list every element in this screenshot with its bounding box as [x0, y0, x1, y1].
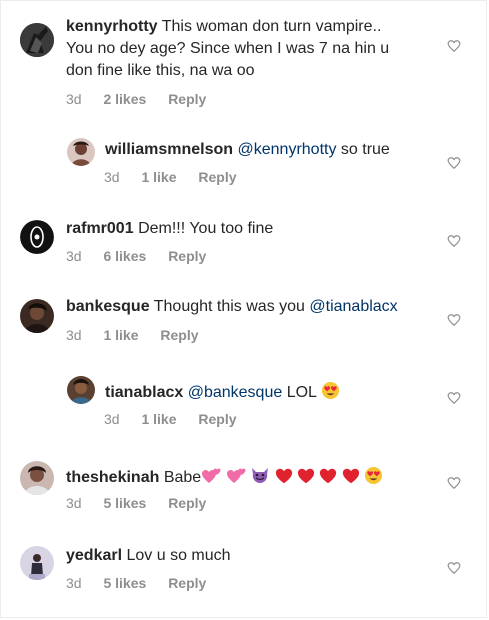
- two-hearts-emoji-icon: [226, 468, 246, 483]
- heart-outline-icon[interactable]: [447, 234, 461, 248]
- comment-time: 3d: [104, 169, 120, 185]
- comment-time: 3d: [66, 575, 82, 591]
- comment-text: Babe: [163, 469, 202, 486]
- red-heart-emoji-icon: [275, 468, 292, 484]
- avatar-image: [67, 138, 95, 166]
- heart-eyes-emoji-icon: [365, 466, 383, 485]
- comment-likes[interactable]: 5 likes: [103, 575, 146, 591]
- comment-time: 3d: [66, 91, 82, 107]
- red-heart-emoji-icon: [320, 468, 337, 484]
- red-heart-emoji-icon: [297, 468, 315, 484]
- reply-button[interactable]: Reply: [168, 248, 206, 264]
- comment-username[interactable]: bankesque: [66, 298, 150, 315]
- heart-outline-icon[interactable]: [447, 39, 461, 53]
- comment-mention[interactable]: @tianablacx: [309, 298, 397, 315]
- avatar-image: [20, 220, 54, 254]
- avatar-image: [20, 23, 54, 57]
- heart-outline-icon[interactable]: [447, 391, 461, 405]
- reply-button[interactable]: Reply: [168, 91, 206, 107]
- comment-time: 3d: [66, 248, 82, 264]
- avatar-image: [20, 461, 54, 495]
- comment-body: kennyrhotty This woman don turn vampire.…: [66, 17, 381, 37]
- comment-text-line-3: don fine like this, na wa oo: [66, 62, 255, 79]
- reply-button[interactable]: Reply: [168, 575, 206, 591]
- comment-body: williamsmnelson @kennyrhotty so true: [105, 140, 390, 160]
- avatar-image: [20, 546, 54, 580]
- imp-face-emoji-icon: [252, 468, 269, 483]
- comment-time: 3d: [104, 411, 120, 427]
- comment-text: Dem!!! You too fine: [138, 220, 274, 237]
- avatar-image: [67, 376, 95, 404]
- comment-likes[interactable]: 1 like: [141, 411, 176, 427]
- comment-likes[interactable]: 1 like: [141, 169, 176, 185]
- avatar[interactable]: [67, 138, 95, 166]
- red-heart-emoji-icon: [342, 468, 360, 484]
- comment-mention[interactable]: @kennyrhotty: [238, 141, 337, 158]
- comment-meta: 3d 6 likes Reply: [66, 248, 206, 264]
- comment-time: 3d: [66, 327, 82, 343]
- comment-username[interactable]: kennyrhotty: [66, 18, 158, 35]
- reply-button[interactable]: Reply: [160, 327, 198, 343]
- avatar[interactable]: [20, 546, 54, 580]
- avatar[interactable]: [20, 299, 54, 333]
- comment-body: yedkarl Lov u so much: [66, 546, 231, 566]
- comment-text-line-1: This woman don turn vampire..: [161, 18, 382, 35]
- reply-button[interactable]: Reply: [168, 495, 206, 511]
- heart-outline-icon[interactable]: [447, 561, 461, 575]
- heart-outline-icon[interactable]: [447, 476, 461, 490]
- comment-meta: 3d 1 like Reply: [66, 327, 199, 343]
- comment-time: 3d: [66, 495, 82, 511]
- comment-text-line-2: You no dey age? Since when I was 7 na hi…: [66, 40, 390, 57]
- heart-outline-icon[interactable]: [447, 313, 461, 327]
- avatar[interactable]: [20, 23, 54, 57]
- comment-likes[interactable]: 2 likes: [103, 91, 146, 107]
- heart-outline-icon[interactable]: [447, 156, 461, 170]
- comment-username[interactable]: tianablacx: [105, 384, 183, 401]
- comment-username[interactable]: rafmr001: [66, 220, 134, 237]
- comment-likes[interactable]: 1 like: [103, 327, 138, 343]
- avatar[interactable]: [20, 461, 54, 495]
- comment-username[interactable]: theshekinah: [66, 469, 159, 486]
- comments-panel: kennyrhotty This woman don turn vampire.…: [0, 0, 487, 618]
- reply-button[interactable]: Reply: [198, 411, 236, 427]
- heart-eyes-emoji-icon: [321, 381, 339, 400]
- comment-body: tianablacx @bankesque LOL: [105, 381, 340, 403]
- comment-likes[interactable]: 6 likes: [103, 248, 146, 264]
- comment-meta: 3d 1 like Reply: [104, 169, 237, 185]
- comment-likes[interactable]: 5 likes: [103, 495, 146, 511]
- comment-body: bankesque Thought this was you @tianabla…: [66, 297, 398, 317]
- comment-meta: 3d 5 likes Reply: [66, 495, 206, 511]
- comment-body: rafmr001 Dem!!! You too fine: [66, 219, 273, 239]
- comment-mention[interactable]: @bankesque: [188, 384, 283, 401]
- comment-meta: 3d 5 likes Reply: [66, 575, 206, 591]
- avatar-image: [20, 299, 54, 333]
- comment-username[interactable]: williamsmnelson: [105, 141, 233, 158]
- reply-button[interactable]: Reply: [198, 169, 236, 185]
- comment-text: so true: [336, 141, 390, 158]
- comment-text: LOL: [282, 384, 317, 401]
- comment-meta: 3d 1 like Reply: [104, 411, 237, 427]
- comment-body: theshekinah Babe: [66, 465, 383, 488]
- avatar[interactable]: [20, 220, 54, 254]
- comment-text: Lov u so much: [126, 547, 231, 564]
- comment-text: Thought this was you: [153, 298, 310, 315]
- comment-meta: 3d 2 likes Reply: [66, 91, 206, 107]
- comment-username[interactable]: yedkarl: [66, 547, 122, 564]
- two-hearts-emoji-icon: [202, 468, 221, 483]
- avatar[interactable]: [67, 376, 95, 404]
